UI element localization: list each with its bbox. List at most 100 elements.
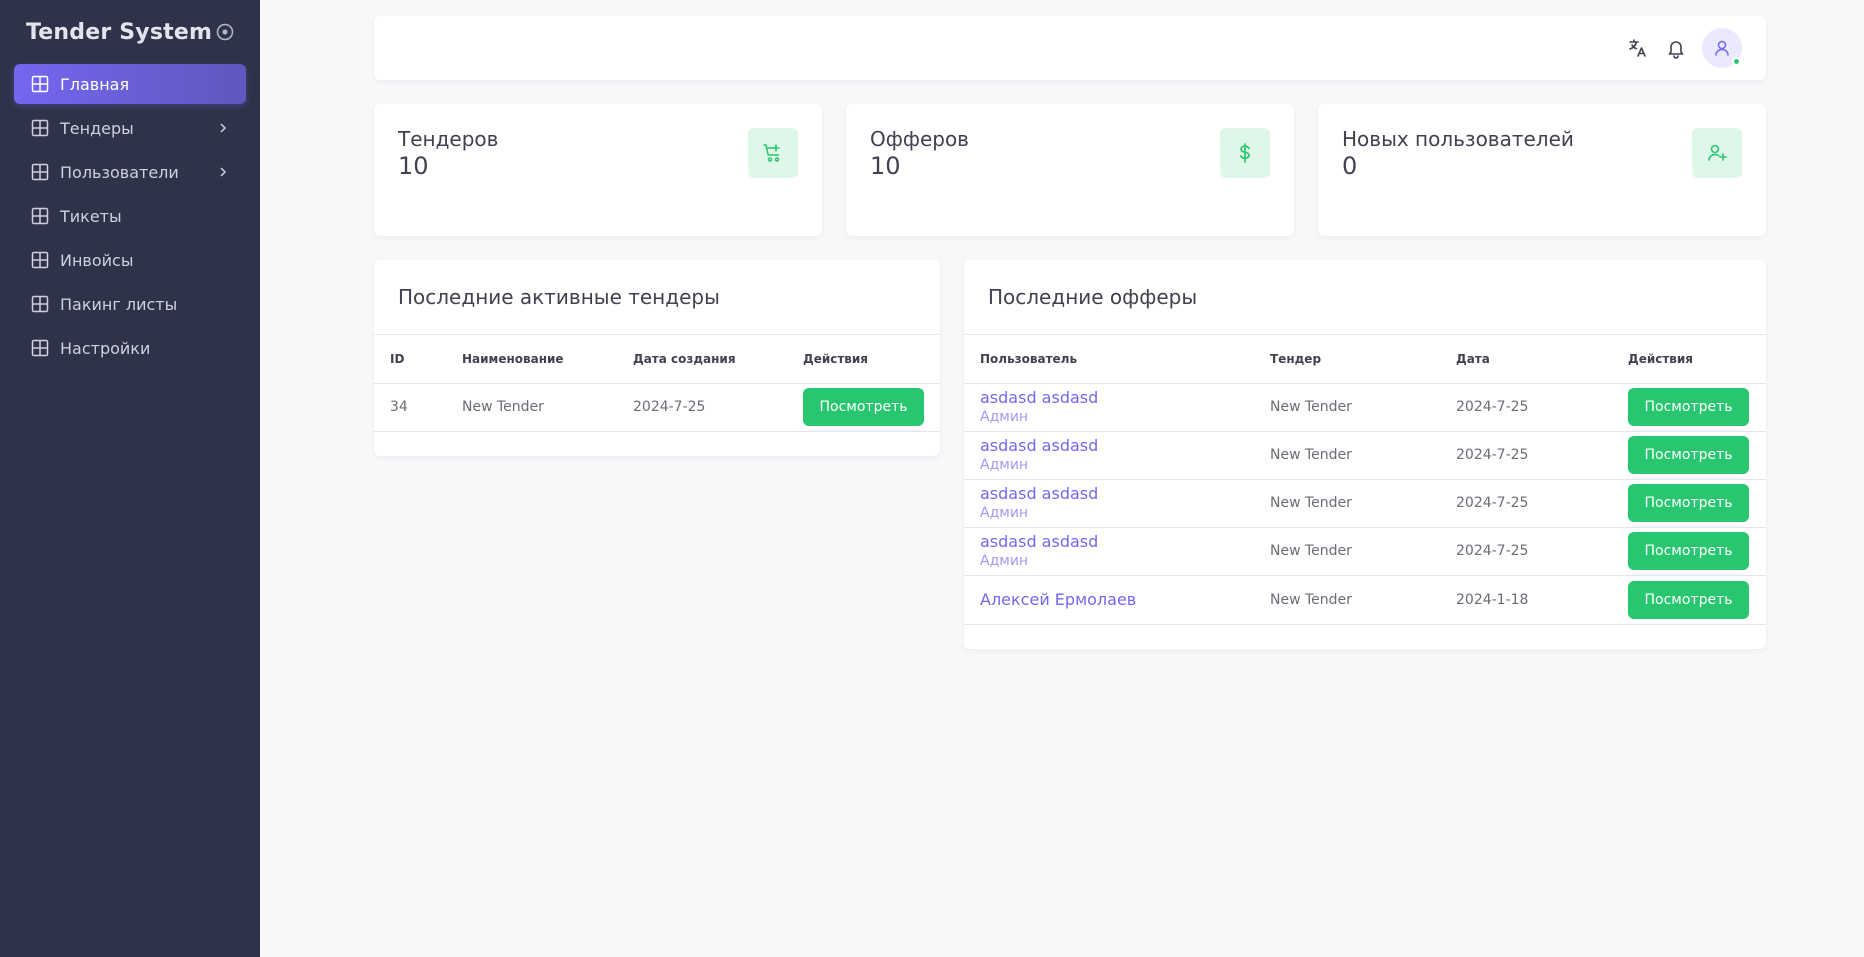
view-button[interactable]: Посмотреть bbox=[1628, 388, 1749, 426]
user-icon bbox=[1715, 40, 1729, 56]
offer-tender: New Tender bbox=[1254, 575, 1440, 625]
stat-card-new-users: Новых пользователей 0 bbox=[1318, 104, 1766, 236]
view-button[interactable]: Посмотреть bbox=[1628, 484, 1749, 522]
sidebar-item-home[interactable]: Главная bbox=[14, 64, 246, 104]
actions-cell: Посмотреть bbox=[1612, 479, 1766, 528]
view-button[interactable]: Посмотреть bbox=[1628, 436, 1749, 474]
tender-date: 2024-7-25 bbox=[617, 383, 787, 432]
user-name-link[interactable]: asdasd asdasd bbox=[980, 388, 1238, 408]
actions-cell: Посмотреть bbox=[1612, 527, 1766, 576]
table-row: asdasd asdasd Админ New Tender 2024-7-25… bbox=[964, 527, 1766, 576]
offer-tender: New Tender bbox=[1254, 383, 1440, 432]
user-role: Админ bbox=[980, 553, 1029, 569]
column-header: Пользователь bbox=[964, 335, 1254, 384]
user-name-link[interactable]: asdasd asdasd bbox=[980, 436, 1238, 456]
user-avatar[interactable] bbox=[1702, 28, 1742, 68]
view-button[interactable]: Посмотреть bbox=[803, 388, 924, 426]
stat-label: Офферов bbox=[870, 127, 969, 151]
chevron-right-icon bbox=[216, 121, 230, 135]
online-status-dot bbox=[1732, 57, 1741, 66]
column-header: Тендер bbox=[1254, 335, 1440, 384]
stat-label: Тендеров bbox=[398, 127, 499, 151]
user-role: Админ bbox=[980, 505, 1029, 521]
grid-icon bbox=[30, 338, 50, 358]
user-role: Админ bbox=[980, 457, 1029, 473]
stat-label: Новых пользователей bbox=[1342, 127, 1574, 151]
stat-value: 0 bbox=[1342, 152, 1358, 180]
user-name-link[interactable]: asdasd asdasd bbox=[980, 532, 1238, 552]
grid-icon bbox=[30, 162, 50, 182]
offer-date: 2024-1-18 bbox=[1440, 575, 1612, 625]
table-row: 34 New Tender 2024-7-25 Посмотреть bbox=[374, 383, 940, 432]
sidebar-item-label: Инвойсы bbox=[60, 250, 134, 270]
user-plus-icon bbox=[1692, 128, 1742, 178]
sidebar-menu: Главная Тендеры Пользователи Тикеты Инво… bbox=[0, 64, 260, 368]
chevron-right-icon bbox=[216, 165, 230, 179]
grid-icon bbox=[30, 206, 50, 226]
table-row: asdasd asdasd Админ New Tender 2024-7-25… bbox=[964, 383, 1766, 432]
sidebar-item-label: Пользователи bbox=[60, 162, 179, 182]
table-row: asdasd asdasd Админ New Tender 2024-7-25… bbox=[964, 479, 1766, 528]
offer-tender: New Tender bbox=[1254, 479, 1440, 528]
grid-icon bbox=[30, 74, 50, 94]
column-header: Наименование bbox=[446, 335, 617, 384]
column-header: Действия bbox=[787, 335, 940, 384]
user-cell: asdasd asdasd Админ bbox=[964, 431, 1254, 480]
sidebar-item-label: Пакинг листы bbox=[60, 294, 178, 314]
sidebar-item-tenders[interactable]: Тендеры bbox=[14, 108, 246, 148]
sidebar-item-tickets[interactable]: Тикеты bbox=[14, 196, 246, 236]
sidebar: Tender System Главная Тендеры Пользовате… bbox=[0, 0, 260, 957]
sidebar-item-settings[interactable]: Настройки bbox=[14, 328, 246, 368]
offer-date: 2024-7-25 bbox=[1440, 431, 1612, 480]
column-header: Действия bbox=[1612, 335, 1766, 384]
column-header: Дата bbox=[1440, 335, 1612, 384]
offer-tender: New Tender bbox=[1254, 527, 1440, 576]
sidebar-item-label: Настройки bbox=[60, 338, 151, 358]
tenders-table: ID Наименование Дата создания Действия 3… bbox=[374, 335, 940, 432]
top-navbar bbox=[374, 16, 1766, 80]
view-button[interactable]: Посмотреть bbox=[1628, 580, 1749, 619]
user-cell: asdasd asdasd Админ bbox=[964, 479, 1254, 528]
user-cell: Алексей Ермолаев bbox=[964, 575, 1254, 625]
actions-cell: Посмотреть bbox=[1612, 431, 1766, 480]
bell-icon[interactable] bbox=[1664, 36, 1688, 60]
tender-name: New Tender bbox=[446, 383, 617, 432]
user-name-link[interactable]: Алексей Ермолаев bbox=[980, 590, 1238, 610]
sidebar-item-label: Тендеры bbox=[60, 118, 134, 138]
offer-date: 2024-7-25 bbox=[1440, 383, 1612, 432]
column-header: ID bbox=[374, 335, 446, 384]
translate-icon[interactable] bbox=[1626, 36, 1650, 60]
brand: Tender System bbox=[0, 0, 260, 64]
sidebar-item-packing-lists[interactable]: Пакинг листы bbox=[14, 284, 246, 324]
actions-cell: Посмотреть bbox=[787, 383, 940, 432]
dollar-icon bbox=[1220, 128, 1270, 178]
grid-icon bbox=[30, 118, 50, 138]
stat-card-tenders: Тендеров 10 bbox=[374, 104, 822, 236]
offer-tender: New Tender bbox=[1254, 431, 1440, 480]
card-title: Последние активные тендеры bbox=[374, 260, 940, 335]
latest-offers-card: Последние офферы Пользователь Тендер Дат… bbox=[964, 260, 1766, 649]
sidebar-item-users[interactable]: Пользователи bbox=[14, 152, 246, 192]
sidebar-item-label: Главная bbox=[60, 74, 130, 94]
stat-value: 10 bbox=[870, 152, 901, 180]
grid-icon bbox=[30, 294, 50, 314]
offer-date: 2024-7-25 bbox=[1440, 479, 1612, 528]
user-cell: asdasd asdasd Админ bbox=[964, 527, 1254, 576]
navbar-actions bbox=[1626, 28, 1742, 68]
column-header: Дата создания bbox=[617, 335, 787, 384]
sidebar-toggle-icon[interactable] bbox=[216, 23, 234, 41]
card-title: Последние офферы bbox=[964, 260, 1766, 335]
user-cell: asdasd asdasd Админ bbox=[964, 383, 1254, 432]
sidebar-item-invoices[interactable]: Инвойсы bbox=[14, 240, 246, 280]
sidebar-item-label: Тикеты bbox=[60, 206, 122, 226]
table-row: asdasd asdasd Админ New Tender 2024-7-25… bbox=[964, 431, 1766, 480]
cart-plus-icon bbox=[748, 128, 798, 178]
user-name-link[interactable]: asdasd asdasd bbox=[980, 484, 1238, 504]
stat-card-offers: Офферов 10 bbox=[846, 104, 1294, 236]
view-button[interactable]: Посмотреть bbox=[1628, 532, 1749, 570]
latest-tenders-card: Последние активные тендеры ID Наименован… bbox=[374, 260, 940, 456]
tender-id: 34 bbox=[374, 383, 446, 432]
offers-table: Пользователь Тендер Дата Действия asdasd… bbox=[964, 335, 1766, 625]
offer-date: 2024-7-25 bbox=[1440, 527, 1612, 576]
brand-title: Tender System bbox=[26, 19, 213, 45]
